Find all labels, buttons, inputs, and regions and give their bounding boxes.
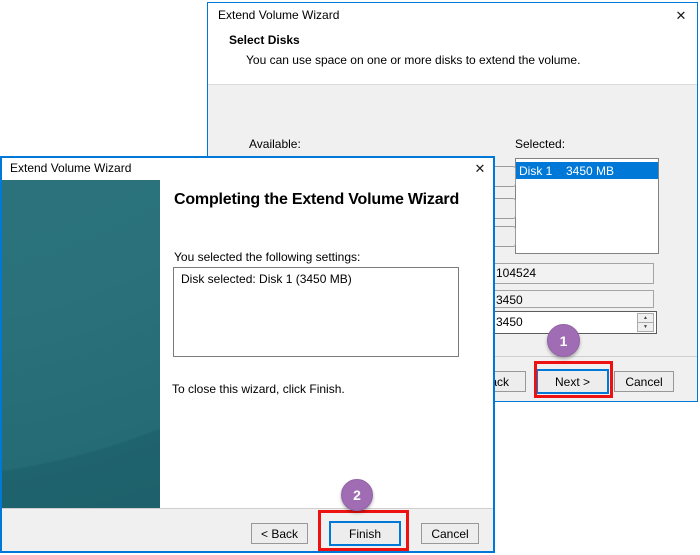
titlebar: Extend Volume Wizard ✕ <box>2 158 493 180</box>
spinner-control: ▲ ▼ <box>637 313 654 332</box>
maximum-available-space-field[interactable]: 3450 <box>491 290 654 308</box>
selected-disks-list[interactable]: Disk 1 3450 MB <box>515 158 659 254</box>
back-button[interactable]: < Back <box>251 523 308 544</box>
window-title: Extend Volume Wizard <box>10 161 131 175</box>
wizard-page-header: Select Disks You can use space on one or… <box>208 27 697 84</box>
screenshot-stage: Extend Volume Wizard ✕ Select Disks You … <box>0 0 700 555</box>
settings-summary-list[interactable]: Disk selected: Disk 1 (3450 MB) <box>173 267 459 357</box>
highlight-box-finish-button <box>318 510 409 551</box>
cancel-button[interactable]: Cancel <box>614 371 674 392</box>
amount-of-space-value: 3450 <box>496 315 523 329</box>
list-item-disk1[interactable]: Disk 1 3450 MB <box>516 162 658 179</box>
completing-wizard-window: Extend Volume Wizard ✕ Completing the Ex… <box>0 156 495 553</box>
settings-line: Disk selected: Disk 1 (3450 MB) <box>181 272 451 286</box>
total-volume-size-field[interactable]: 104524 <box>491 263 654 284</box>
titlebar: Extend Volume Wizard ✕ <box>208 3 697 27</box>
dialog-footer: < Back Finish Cancel <box>2 508 493 551</box>
step-2-badge: 2 <box>341 479 373 511</box>
wizard-watermark-sidebar <box>2 180 160 508</box>
disk-size: 3450 MB <box>566 164 614 178</box>
close-icon[interactable]: ✕ <box>471 160 489 178</box>
closing-note: To close this wizard, click Finish. <box>172 382 345 396</box>
page-subtitle: You can use space on one or more disks t… <box>246 53 580 67</box>
settings-intro-text: You selected the following settings: <box>174 250 360 264</box>
selected-label: Selected: <box>515 137 565 151</box>
close-icon[interactable]: ✕ <box>672 7 690 25</box>
page-title: Select Disks <box>229 33 300 47</box>
completion-heading: Completing the Extend Volume Wizard <box>174 190 474 210</box>
cancel-button[interactable]: Cancel <box>421 523 479 544</box>
step-1-badge: 1 <box>547 324 580 357</box>
spinner-up-icon[interactable]: ▲ <box>637 313 654 323</box>
window-title: Extend Volume Wizard <box>218 8 339 22</box>
disk-name: Disk 1 <box>516 164 566 178</box>
available-label: Available: <box>249 137 301 151</box>
highlight-box-next-button <box>534 361 613 398</box>
spinner-down-icon[interactable]: ▼ <box>637 323 654 332</box>
